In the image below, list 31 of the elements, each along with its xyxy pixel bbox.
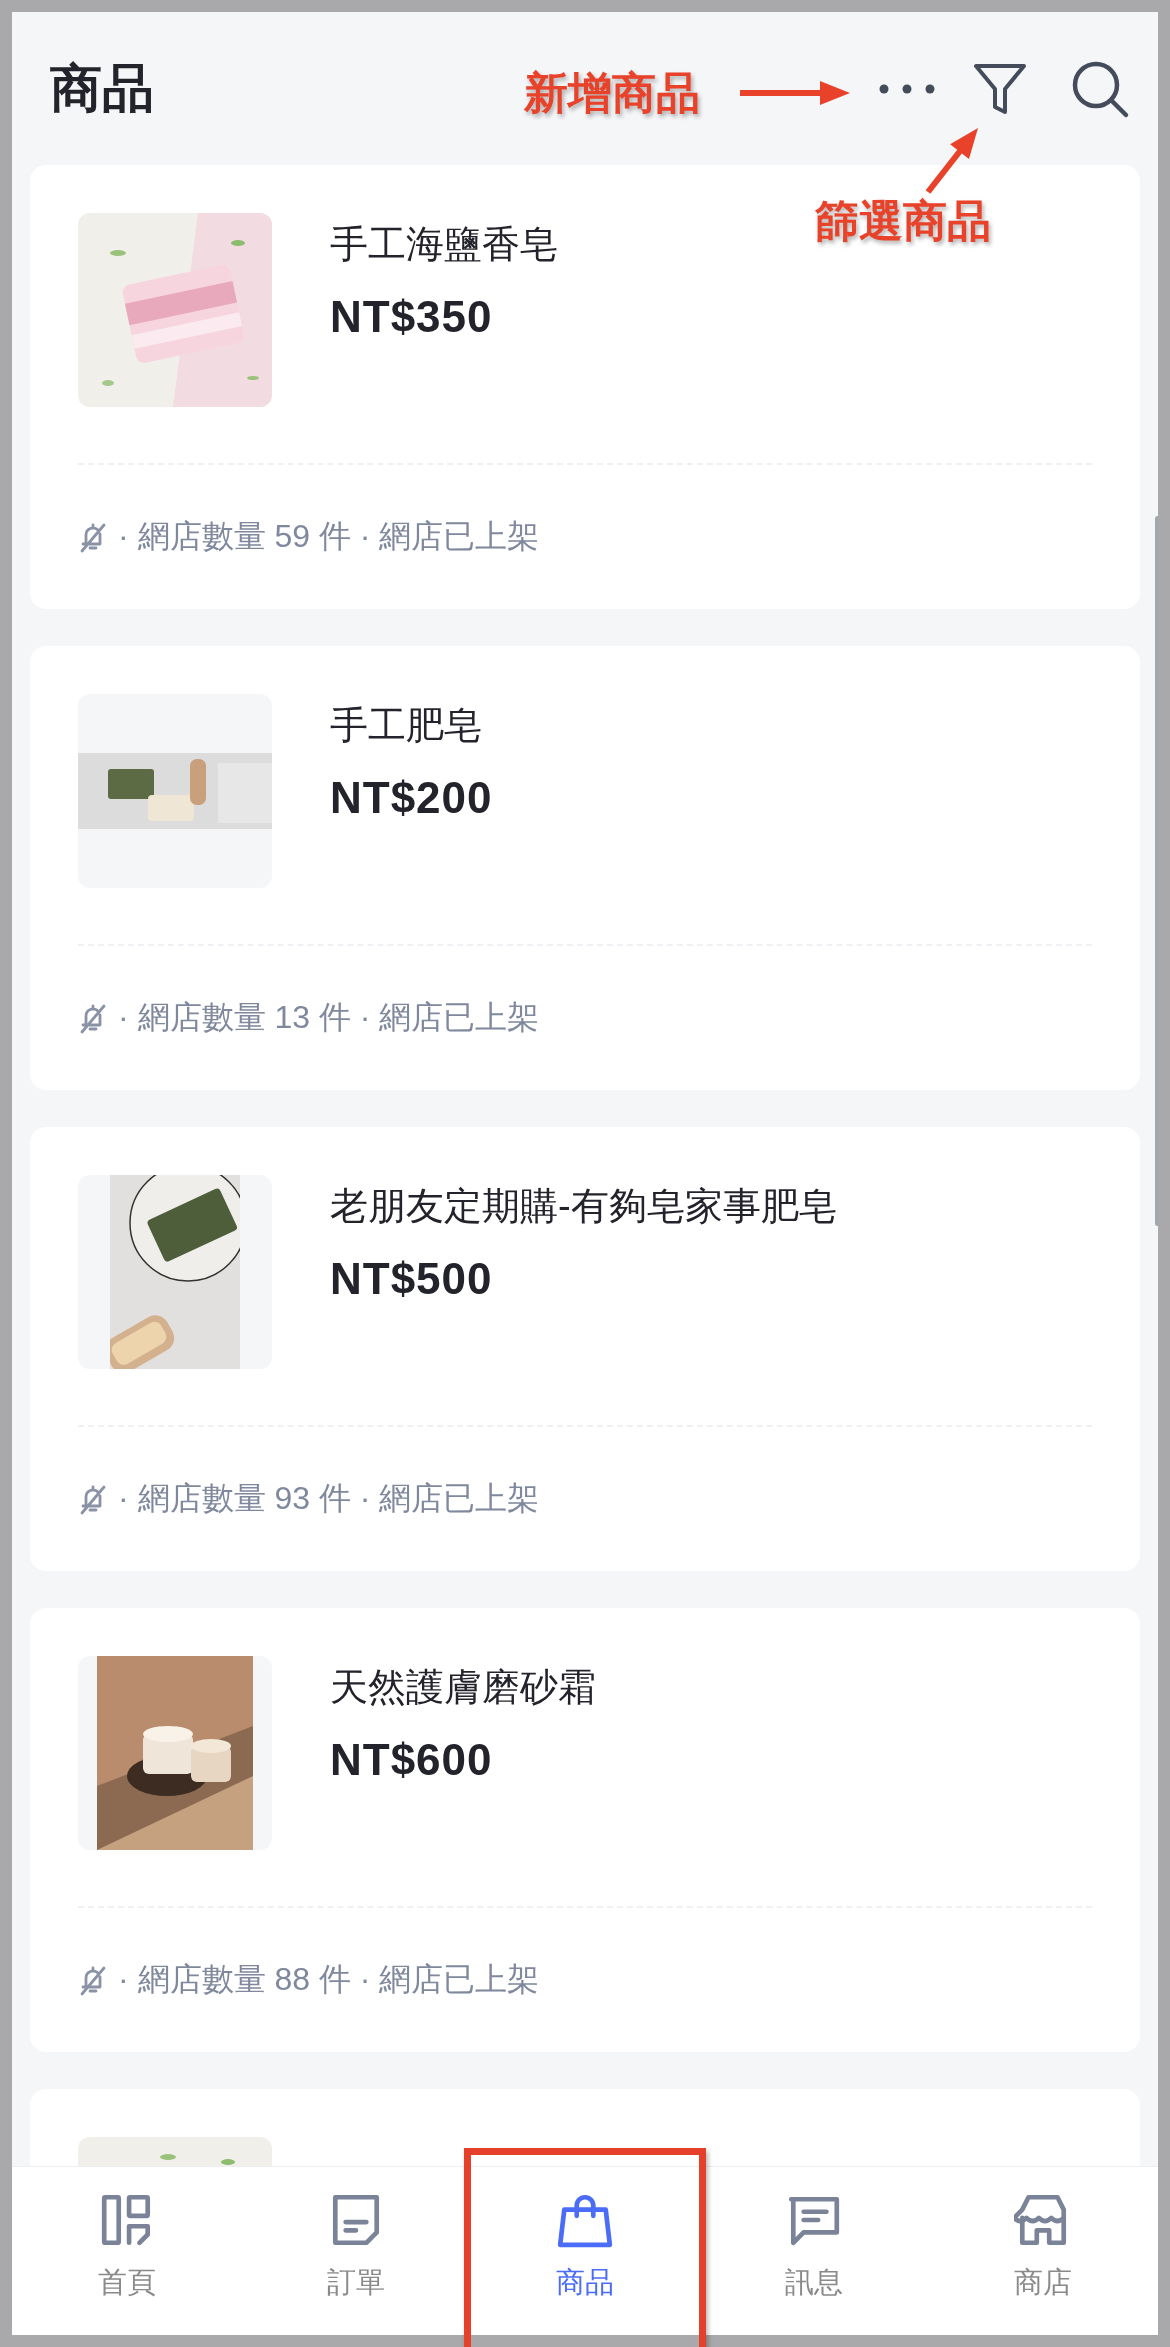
product-name: 手工海鹽香皂 — [330, 222, 558, 267]
bell-off-icon — [78, 1002, 108, 1034]
product-card[interactable] — [30, 2089, 1140, 2166]
stock-status: · 網店數量 13 件 · 網店已上架 — [118, 998, 540, 1037]
product-card[interactable]: 手工肥皂 NT$200 · 網店數量 13 件 · 網店已上架 — [30, 646, 1140, 1090]
product-name: 老朋友定期購-有夠皂家事肥皂 — [330, 1184, 837, 1229]
nav-tab[interactable]: 訂單 — [241, 2167, 471, 2335]
product-card[interactable]: 老朋友定期購-有夠皂家事肥皂 NT$500 · 網店數量 93 件 · 網店已上架 — [30, 1127, 1140, 1571]
product-price: NT$350 — [330, 292, 494, 342]
stock-status: · 網店數量 88 件 · 網店已上架 — [118, 1960, 540, 1999]
bell-off-icon — [78, 1964, 108, 1996]
bell-off-icon — [78, 1483, 108, 1515]
product-price: NT$200 — [330, 773, 493, 823]
page-title: 商品 — [50, 57, 154, 119]
bell-off-icon — [78, 521, 108, 553]
stock-status: · 網店數量 93 件 · 網店已上架 — [118, 1479, 540, 1518]
product-name: 手工肥皂 — [330, 703, 483, 748]
annotation-label: 篩選商品 — [815, 195, 991, 247]
nav-tab[interactable]: 商店 — [928, 2167, 1158, 2335]
nav-tab[interactable]: 首頁 — [12, 2167, 242, 2335]
more-icon[interactable] — [878, 82, 936, 95]
annotation-arrow — [925, 128, 978, 194]
nav-tab[interactable]: 訊息 — [699, 2167, 929, 2335]
product-name: 天然護膚磨砂霜 — [330, 1665, 596, 1710]
stock-status: · 網店數量 59 件 · 網店已上架 — [118, 517, 540, 556]
annotation-label: 新增商品 — [524, 67, 700, 119]
product-price: NT$500 — [330, 1254, 494, 1304]
product-price: NT$600 — [330, 1735, 494, 1785]
filter-icon[interactable] — [972, 61, 1028, 116]
nav-tab[interactable]: 商品 — [470, 2167, 700, 2335]
product-card[interactable]: 天然護膚磨砂霜 NT$600 · 網店數量 88 件 · 網店已上架 — [30, 1608, 1140, 2052]
